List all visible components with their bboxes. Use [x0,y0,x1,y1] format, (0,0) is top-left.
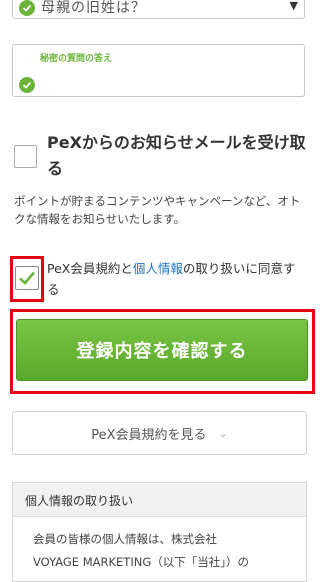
secret-question-select[interactable]: 母親の旧姓は？ ▼ [12,0,305,19]
valid-check-icon [19,77,35,93]
privacy-link[interactable]: 個人情報 [133,261,183,276]
dropdown-arrow-icon: ▼ [289,0,298,12]
check-mark-icon [19,271,35,285]
newsletter-label[interactable]: PeXからのお知らせメールを受け取る [47,130,307,182]
privacy-body: 会員の皆様の個人情報は、株式会社 VOYAGE MARKETING（以下「当社」… [33,528,303,574]
secret-answer-label: 秘密の質問の答え [40,54,113,64]
chevron-down-icon: ⌄ [218,426,228,440]
secret-answer-field[interactable]: 秘密の質問の答え [12,44,305,97]
privacy-line-1: 会員の皆様の個人情報は、株式会社 [33,532,217,546]
view-terms-button[interactable]: PeX会員規約を見る ⌄ [12,411,307,455]
newsletter-checkbox[interactable] [14,145,37,168]
terms-text-before: PeX会員規約と [47,261,133,276]
confirm-registration-button[interactable]: 登録内容を確認する [16,319,308,381]
terms-agree-checkbox[interactable] [15,266,39,290]
terms-agree-label[interactable]: PeX会員規約と個人情報の取り扱いに同意する [47,258,307,300]
privacy-panel-header: 個人情報の取り扱い [13,483,306,517]
valid-check-icon [19,0,35,16]
privacy-title: 個人情報の取り扱い [25,494,134,508]
newsletter-description: ポイントが貯まるコンテンツやキャンペーンなど、オトクな情報をお知らせいたします。 [14,194,301,226]
view-terms-label: PeX会員規約を見る [91,427,207,443]
privacy-line-2: VOYAGE MARKETING（以下「当社」）の [33,555,249,569]
privacy-panel: 個人情報の取り扱い 会員の皆様の個人情報は、株式会社 VOYAGE MARKET… [12,482,307,582]
select-value: 母親の旧姓は？ [41,0,146,16]
